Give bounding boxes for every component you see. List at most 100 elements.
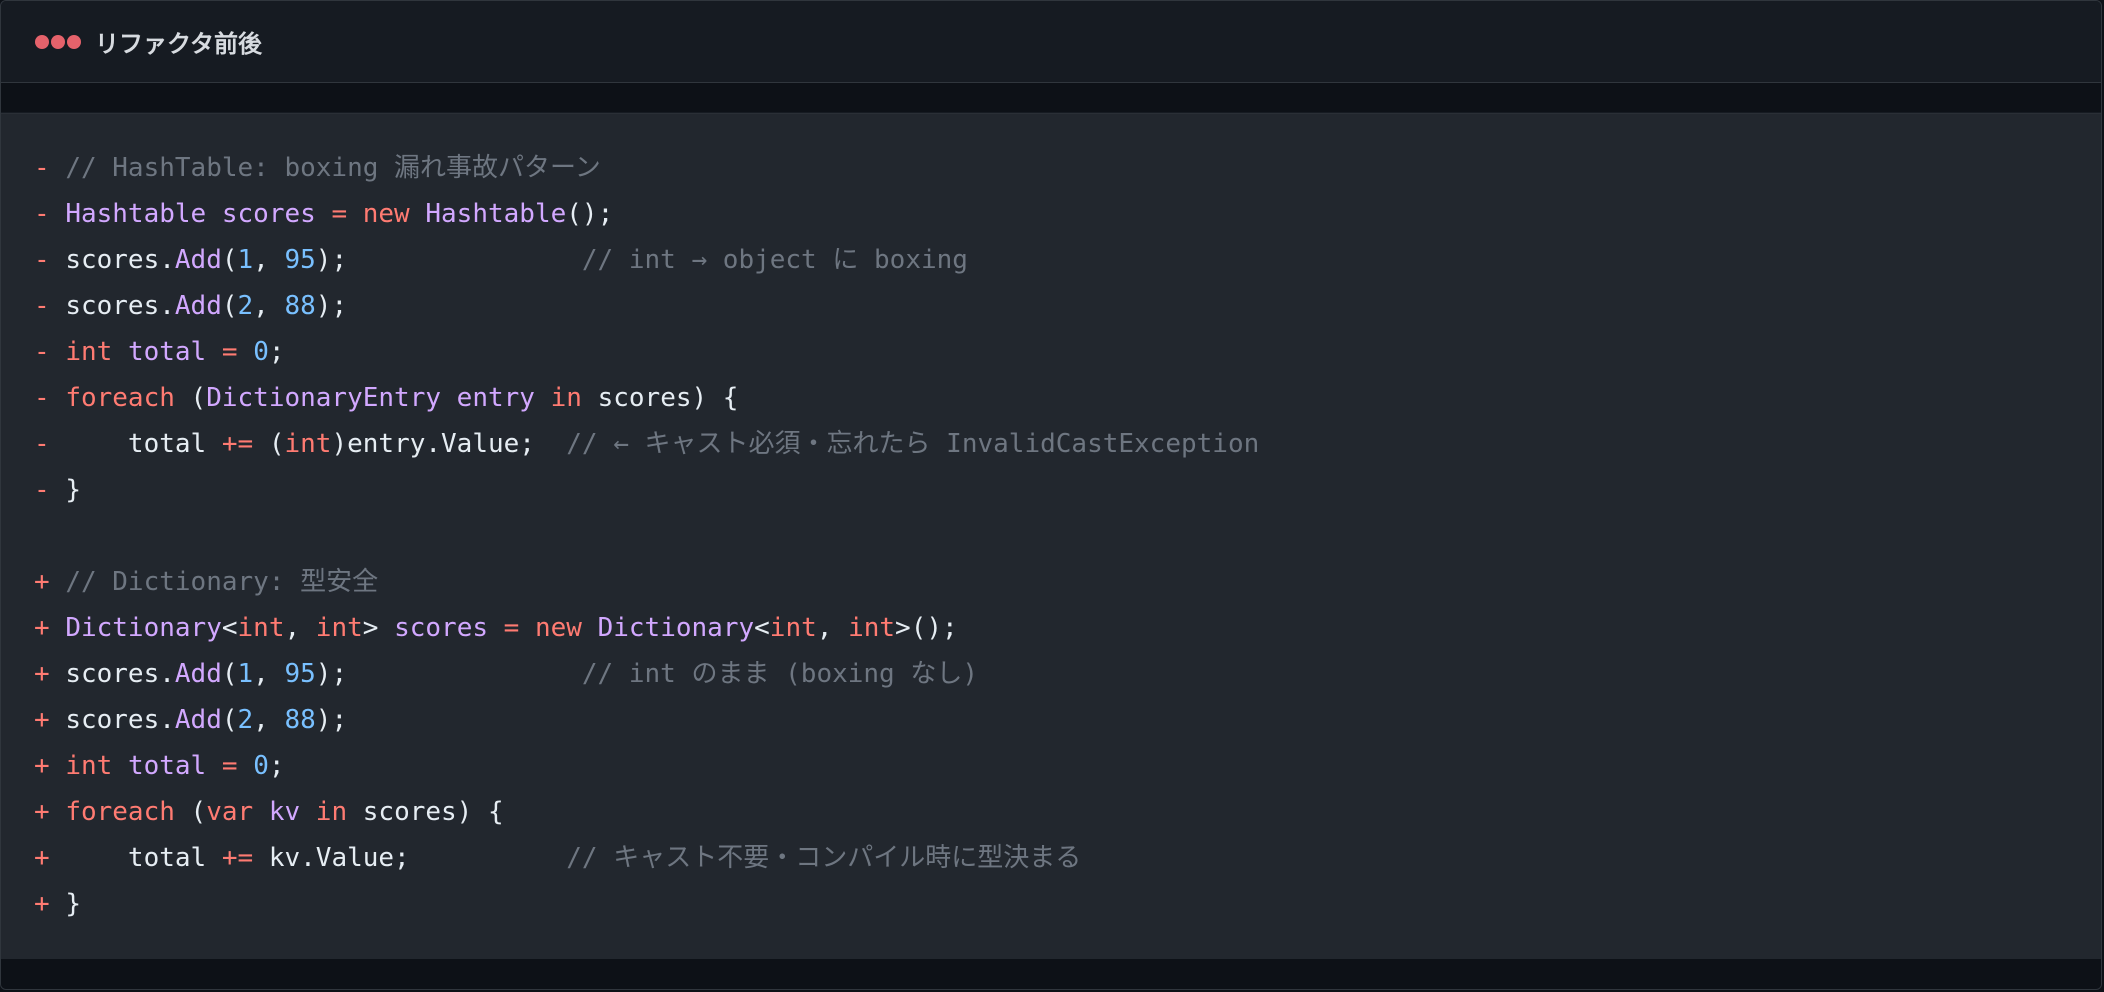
code-token: , bbox=[253, 659, 285, 689]
code-panel: - // HashTable: boxing 漏れ事故パターン - Hashtab… bbox=[1, 113, 2101, 962]
code-token: ( bbox=[253, 429, 285, 459]
code-token: total bbox=[65, 843, 222, 873]
code-line-added: + } bbox=[34, 881, 2101, 927]
code-token: total bbox=[127, 751, 207, 781]
maximize-dot-icon[interactable] bbox=[67, 34, 81, 49]
code-token: < bbox=[754, 613, 770, 643]
code-token: = bbox=[331, 199, 348, 229]
diff-sign: - bbox=[34, 475, 66, 505]
code-token: 88 bbox=[284, 705, 316, 735]
code-token: // Dictionary: 型安全 bbox=[65, 567, 379, 597]
code-line-added: + scores.Add(2, 88); bbox=[34, 697, 2101, 743]
code-token: = bbox=[503, 613, 520, 643]
code-token: 0 bbox=[253, 337, 269, 367]
code-line-removed: - scores.Add(2, 88); bbox=[34, 283, 2101, 329]
code-token: ); bbox=[315, 245, 582, 275]
diff-sign: - bbox=[34, 153, 66, 183]
diff-sign: + bbox=[34, 567, 66, 597]
code-token: (); bbox=[566, 199, 614, 229]
code-token: ); bbox=[315, 291, 348, 321]
code-token: scores) { bbox=[347, 797, 504, 827]
code-token: entry bbox=[456, 383, 535, 413]
code-token: ( bbox=[174, 797, 207, 827]
code-line-removed: - } bbox=[34, 467, 2101, 513]
code-token: total bbox=[65, 429, 222, 459]
code-token: ; bbox=[268, 337, 285, 367]
code-token: // ← キャスト必須・忘れたら InvalidCastException bbox=[566, 429, 1260, 459]
code-line-removed: - total += (int)entry.Value; // ← キャスト必須… bbox=[34, 421, 2101, 467]
code-line-added: + Dictionary<int, int> scores = new Dict… bbox=[34, 605, 2101, 651]
diff-sign: + bbox=[34, 613, 66, 643]
window-titlebar: リファクタ前後 bbox=[1, 1, 2101, 83]
code-token: int bbox=[769, 613, 817, 643]
code-token: int bbox=[284, 429, 332, 459]
code-token: int bbox=[65, 337, 113, 367]
code-token: ; bbox=[268, 751, 285, 781]
code-token: 0 bbox=[253, 751, 269, 781]
code-line-added: + // Dictionary: 型安全 bbox=[34, 559, 2101, 605]
diff-sign: - bbox=[34, 291, 66, 321]
code-line-added: + total += kv.Value; // キャスト不要・コンパイル時に型決… bbox=[34, 835, 2101, 881]
code-token: ( bbox=[221, 705, 238, 735]
code-token: in bbox=[550, 383, 582, 413]
code-token: ); bbox=[315, 659, 582, 689]
code-token: scores bbox=[394, 613, 488, 643]
top-divider-band bbox=[1, 83, 2101, 112]
code-token: , bbox=[816, 613, 849, 643]
code-token: Add bbox=[174, 245, 222, 275]
diff-sign: - bbox=[34, 245, 66, 275]
code-token: 95 bbox=[284, 659, 316, 689]
code-token: } bbox=[65, 889, 81, 919]
code-line-removed: - scores.Add(1, 95); // int → object に b… bbox=[34, 237, 2101, 283]
code-token: 95 bbox=[284, 245, 316, 275]
code-token: scores. bbox=[65, 705, 175, 735]
code-token: , bbox=[253, 291, 285, 321]
code-token: foreach bbox=[65, 797, 175, 827]
minimize-dot-icon[interactable] bbox=[51, 34, 65, 49]
window-controls bbox=[35, 34, 81, 49]
code-token: Dictionary bbox=[65, 613, 222, 643]
code-diff-window: リファクタ前後 - // HashTable: boxing 漏れ事故パターン -… bbox=[0, 0, 2102, 990]
code-token: Hashtable bbox=[65, 199, 207, 229]
diff-sign: + bbox=[34, 659, 66, 689]
diff-sign: + bbox=[34, 705, 66, 735]
code-token: < bbox=[221, 613, 238, 643]
code-token: = bbox=[221, 751, 238, 781]
code-token: ); bbox=[315, 705, 348, 735]
code-token: Add bbox=[174, 659, 222, 689]
diff-sign: - bbox=[34, 199, 66, 229]
code-token: DictionaryEntry bbox=[206, 383, 442, 413]
diff-sign: - bbox=[34, 429, 66, 459]
code-token: new bbox=[534, 613, 582, 643]
code-token: 1 bbox=[237, 659, 254, 689]
code-token: , bbox=[284, 613, 316, 643]
window-title: リファクタ前後 bbox=[95, 30, 263, 58]
code-token: )entry.Value; bbox=[331, 429, 567, 459]
code-token: ( bbox=[221, 245, 238, 275]
code-token: scores. bbox=[65, 245, 175, 275]
code-line-added: + int total = 0; bbox=[34, 743, 2101, 789]
code-token: new bbox=[362, 199, 410, 229]
code-token: Dictionary bbox=[597, 613, 755, 643]
code-token: // int のまま (boxing なし) bbox=[581, 659, 979, 689]
code-token: ( bbox=[221, 291, 238, 321]
close-dot-icon[interactable] bbox=[35, 34, 49, 49]
code-token: >(); bbox=[895, 613, 958, 643]
code-token: = bbox=[221, 337, 238, 367]
code-line-removed: - foreach (DictionaryEntry entry in scor… bbox=[34, 375, 2101, 421]
code-token: scores. bbox=[65, 291, 175, 321]
code-token: in bbox=[315, 797, 348, 827]
code-token: } bbox=[65, 475, 81, 505]
